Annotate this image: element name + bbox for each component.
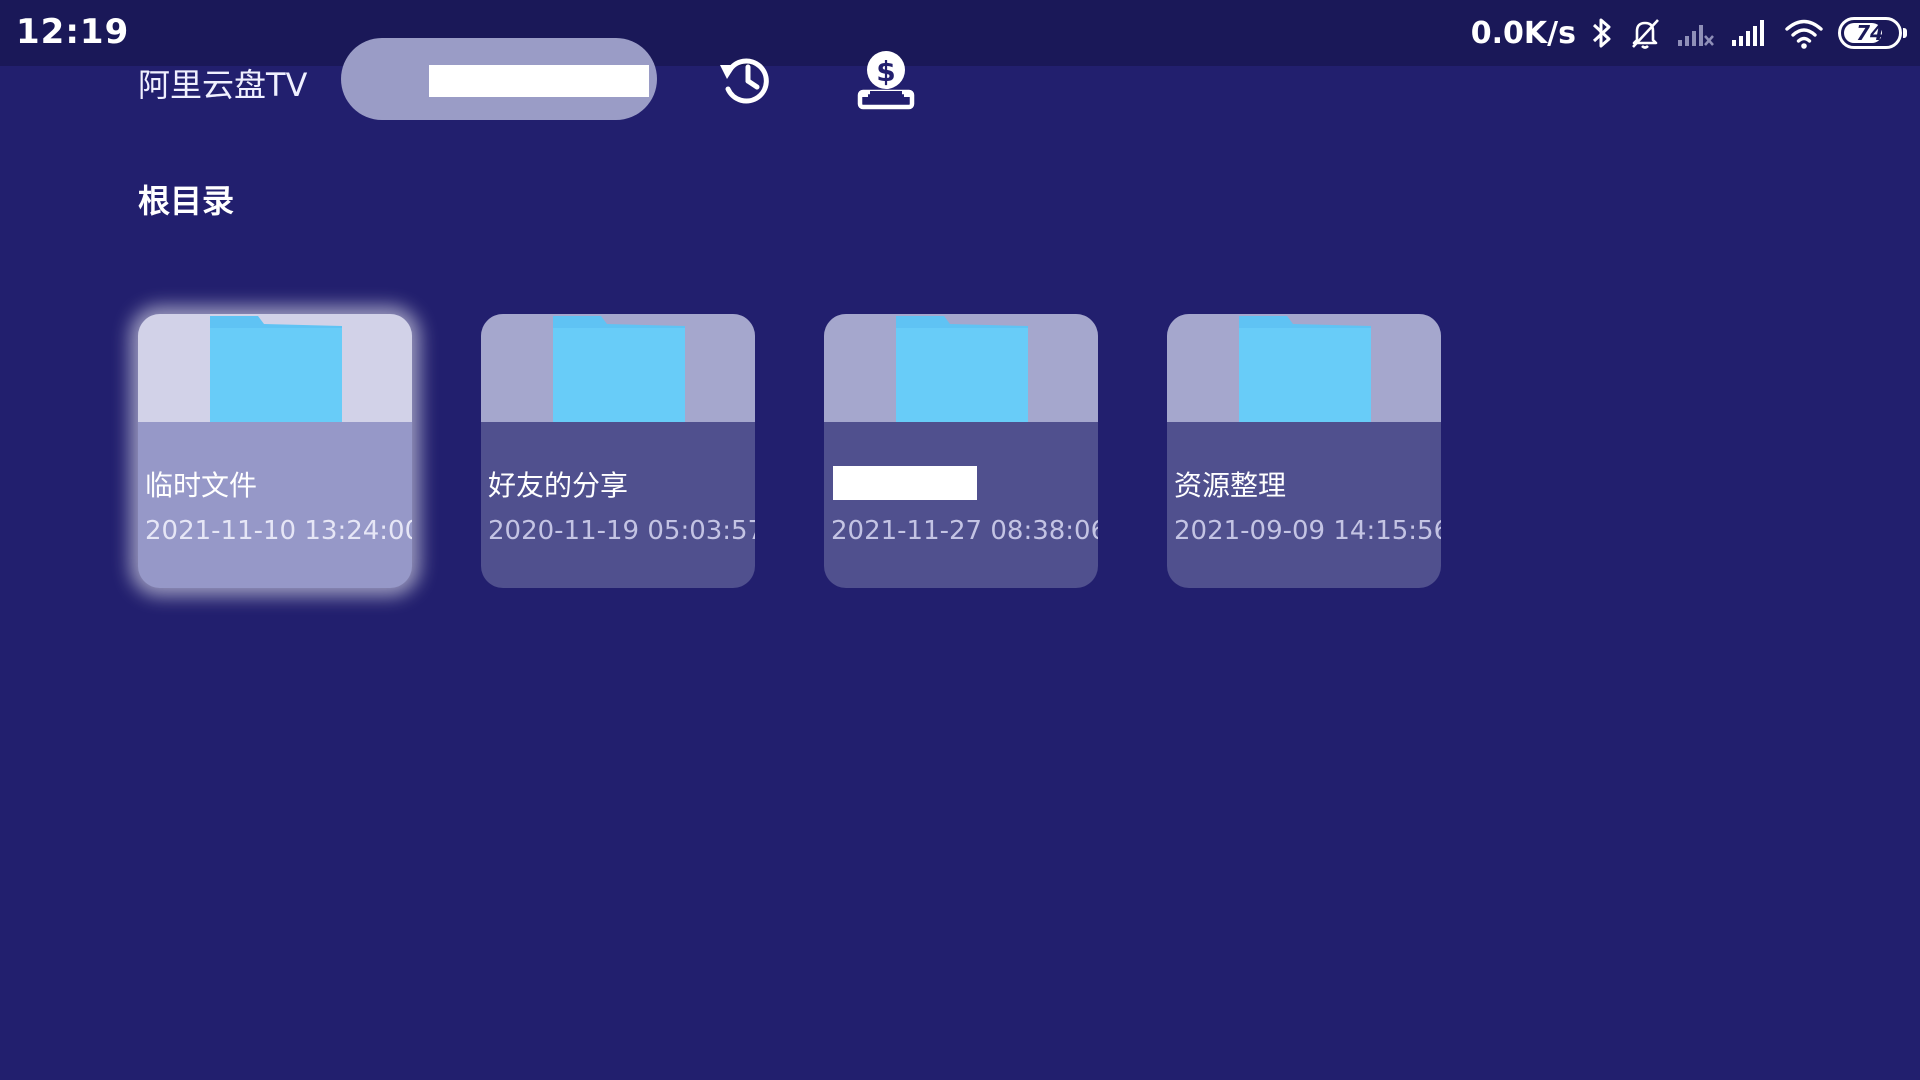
battery-icon: 74: [1838, 17, 1907, 49]
folder-name: 好友的分享: [488, 469, 629, 502]
folder-card-3[interactable]: 资源整理 2021-09-09 14:15:56: [1167, 314, 1441, 588]
folder-date: 2020-11-19 05:03:57: [488, 516, 755, 546]
folder-icon: [896, 316, 1028, 422]
folder-date: 2021-11-27 08:38:06: [831, 516, 1098, 546]
folder-name: 资源整理: [1174, 469, 1287, 502]
wifi-icon: [1784, 17, 1824, 49]
folder-card-thumbnail: [824, 314, 1098, 422]
folder-card-thumbnail: [481, 314, 755, 422]
app-title: 阿里云盘TV: [138, 66, 308, 104]
folder-icon: [210, 316, 342, 422]
folder-card-thumbnail: [1167, 314, 1441, 422]
folder-name: 临时文件: [145, 469, 258, 502]
tv-screen: 12:19 0.0K/s 74 阿里云盘TV $ 根目录 临时文件 2021-1…: [0, 0, 1920, 1080]
redacted-folder-name: [833, 466, 977, 500]
search-input[interactable]: [341, 38, 657, 120]
folder-card-2[interactable]: 2021-11-27 08:38:06: [824, 314, 1098, 588]
history-button[interactable]: [712, 46, 780, 112]
status-time: 12:19: [16, 12, 130, 52]
donate-icon: $: [857, 51, 915, 110]
cellular-signal-icon: [1730, 18, 1770, 48]
cellular-signal-weak-icon: [1676, 18, 1716, 48]
battery-level: 74: [1856, 21, 1884, 45]
mute-bell-icon: [1628, 16, 1662, 50]
network-speed: 0.0K/s: [1470, 15, 1576, 51]
folder-card-1[interactable]: 好友的分享 2020-11-19 05:03:57: [481, 314, 755, 588]
page-title: 根目录: [138, 182, 235, 220]
bluetooth-icon: [1590, 16, 1614, 50]
folder-date: 2021-09-09 14:15:56: [1174, 516, 1441, 546]
status-bar: 12:19 0.0K/s 74: [0, 0, 1920, 66]
svg-text:$: $: [876, 55, 895, 88]
folder-icon: [1239, 316, 1371, 422]
status-icons: 0.0K/s 74: [1470, 10, 1907, 56]
folder-card-0[interactable]: 临时文件 2021-11-10 13:24:00: [138, 314, 412, 588]
folder-icon: [553, 316, 685, 422]
folder-date: 2021-11-10 13:24:00: [145, 516, 412, 546]
donate-button[interactable]: $: [852, 46, 920, 112]
folder-card-thumbnail: [138, 314, 412, 422]
folder-grid: 临时文件 2021-11-10 13:24:00 好友的分享 2020-11-1…: [138, 314, 1441, 588]
redacted-search-text: [429, 65, 649, 97]
history-icon: [720, 58, 769, 104]
